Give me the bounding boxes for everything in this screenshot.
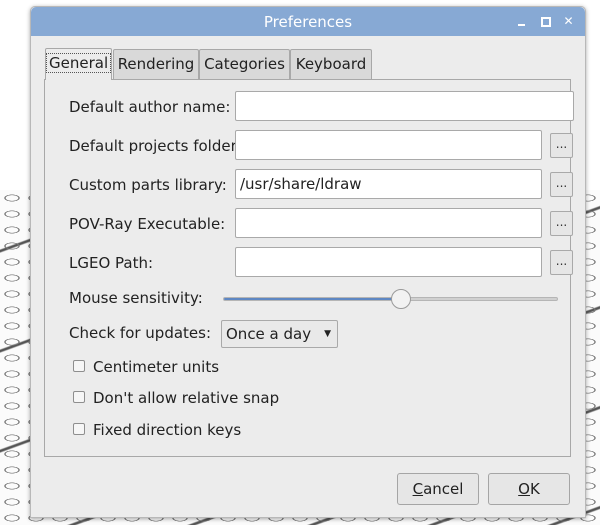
- close-icon[interactable]: ✕: [562, 15, 575, 28]
- fixed-direction-checkbox[interactable]: [73, 423, 85, 435]
- povray-browse-button[interactable]: ...: [550, 211, 573, 236]
- projects-folder-input[interactable]: [235, 130, 542, 160]
- relative-snap-checkbox[interactable]: [73, 391, 85, 403]
- minimize-icon[interactable]: [515, 15, 528, 28]
- library-browse-button[interactable]: ...: [550, 172, 573, 197]
- projects-browse-button[interactable]: ...: [550, 133, 573, 158]
- dropdown-value: Once a day: [226, 325, 312, 343]
- lgeo-path-input[interactable]: [235, 247, 542, 277]
- slider-fill: [224, 298, 401, 300]
- title-bar[interactable]: Preferences ✕: [31, 7, 585, 36]
- centimeter-units-checkbox[interactable]: [73, 360, 85, 372]
- maximize-icon[interactable]: [539, 15, 552, 28]
- tab-label: Categories: [204, 55, 285, 73]
- projects-folder-label: Default projects folder:: [69, 137, 242, 155]
- cancel-button[interactable]: Cancel: [397, 473, 479, 505]
- ok-mnemonic: O: [518, 480, 530, 498]
- ok-button[interactable]: OK: [488, 473, 570, 505]
- relative-snap-label: Don't allow relative snap: [93, 389, 280, 407]
- cancel-label-rest: ancel: [423, 480, 464, 498]
- povray-input[interactable]: [235, 208, 542, 238]
- general-panel: Default author name: Default projects fo…: [44, 79, 574, 457]
- window-title: Preferences: [263, 13, 353, 31]
- check-updates-dropdown[interactable]: Once a day ▼: [221, 320, 338, 348]
- tab-label: Rendering: [117, 55, 195, 73]
- tab-rendering[interactable]: Rendering: [113, 49, 199, 79]
- slider-handle[interactable]: [390, 289, 411, 309]
- centimeter-units-label: Centimeter units: [93, 358, 220, 376]
- ok-label-rest: K: [529, 480, 540, 498]
- cancel-mnemonic: C: [412, 480, 424, 498]
- mouse-sensitivity-label: Mouse sensitivity:: [69, 289, 203, 307]
- lgeo-path-label: LGEO Path:: [69, 254, 154, 272]
- chevron-down-icon: ▼: [324, 329, 331, 339]
- preferences-dialog: Preferences ✕ General Rendering Categori…: [30, 6, 586, 518]
- author-label: Default author name:: [69, 98, 231, 116]
- povray-label: POV-Ray Executable:: [69, 215, 226, 233]
- tab-label: General: [46, 53, 112, 73]
- parts-library-input[interactable]: /usr/share/ldraw: [235, 169, 542, 199]
- parts-library-label: Custom parts library:: [69, 176, 227, 194]
- tab-categories[interactable]: Categories: [199, 49, 290, 79]
- tab-keyboard[interactable]: Keyboard: [290, 49, 372, 79]
- lgeo-browse-button[interactable]: ...: [550, 250, 573, 275]
- check-updates-label: Check for updates:: [69, 324, 212, 342]
- author-input[interactable]: [235, 91, 574, 121]
- tab-general[interactable]: General: [45, 48, 112, 80]
- tab-label: Keyboard: [295, 55, 367, 73]
- fixed-direction-label: Fixed direction keys: [93, 421, 242, 439]
